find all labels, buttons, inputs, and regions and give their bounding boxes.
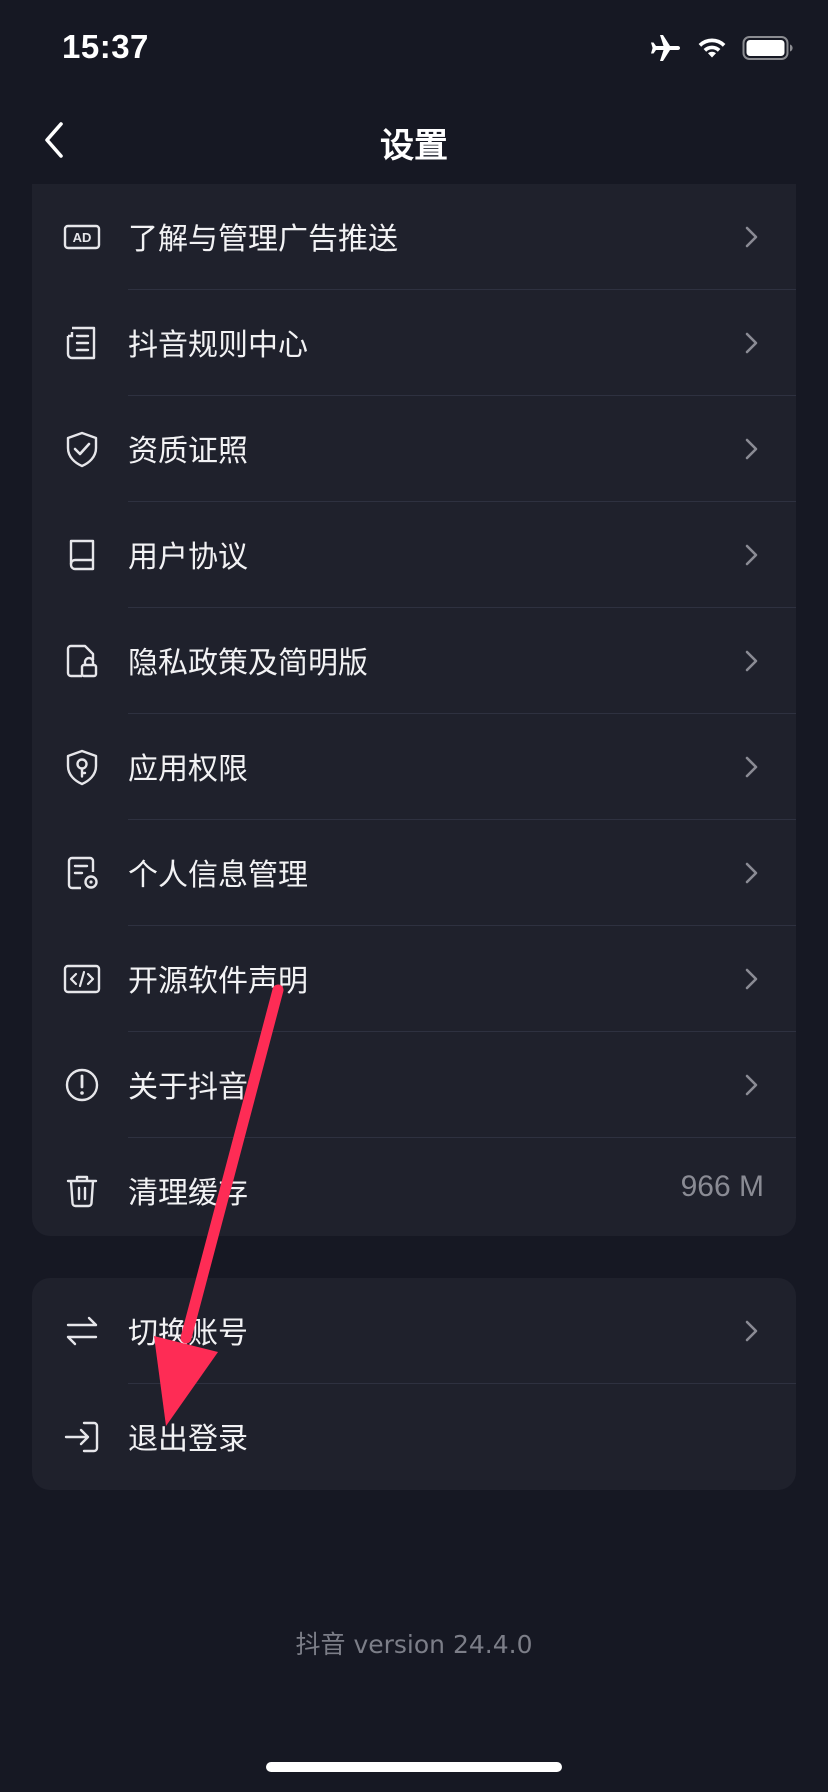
menu-item-about[interactable]: 关于抖音 xyxy=(32,1032,796,1138)
chevron-right-icon xyxy=(745,756,758,778)
status-time: 15:37 xyxy=(62,28,149,65)
version-text: 抖音 version 24.4.0 xyxy=(295,1630,533,1659)
menu-item-clear-cache[interactable]: 清理缓存 966 M xyxy=(32,1138,796,1236)
chevron-right-icon xyxy=(745,650,758,672)
menu-item-label: 切换账号 xyxy=(128,1316,248,1351)
menu-item-ad-management[interactable]: AD 了解与管理广告推送 xyxy=(32,184,796,290)
settings-list: AD 了解与管理广告推送 抖音规则中心 资质证照 用户协议 隐私政策及简明版 应… xyxy=(32,184,796,1236)
code-icon xyxy=(62,959,102,999)
menu-item-open-source[interactable]: 开源软件声明 xyxy=(32,926,796,1032)
svg-text:AD: AD xyxy=(73,230,92,245)
personal-info-icon xyxy=(62,853,102,893)
menu-item-label: 清理缓存 xyxy=(128,1176,248,1211)
menu-item-personal-info[interactable]: 个人信息管理 xyxy=(32,820,796,926)
menu-item-label: 抖音规则中心 xyxy=(128,328,308,363)
menu-item-label: 资质证照 xyxy=(128,434,248,469)
privacy-lock-icon xyxy=(62,641,102,681)
chevron-right-icon xyxy=(745,1074,758,1096)
chevron-right-icon xyxy=(745,1320,758,1342)
menu-item-qualifications[interactable]: 资质证照 xyxy=(32,396,796,502)
airplane-icon xyxy=(650,34,682,66)
menu-item-label: 个人信息管理 xyxy=(128,858,308,893)
shield-key-icon xyxy=(62,747,102,787)
chevron-right-icon xyxy=(745,332,758,354)
home-indicator[interactable] xyxy=(266,1762,562,1772)
switch-arrows-icon xyxy=(62,1311,102,1351)
nav-bar: 设置 xyxy=(0,100,828,184)
menu-item-label: 隐私政策及简明版 xyxy=(128,646,368,681)
menu-item-label: 退出登录 xyxy=(128,1422,248,1457)
settings-screen: 15:37 设置 AD 了解与管理广告推送 抖音规则中心 资质证照 用户协议 隐… xyxy=(0,0,828,1792)
chevron-right-icon xyxy=(745,862,758,884)
status-bar: 15:37 xyxy=(0,0,828,100)
trash-icon xyxy=(62,1171,102,1211)
document-list-icon xyxy=(62,323,102,363)
chevron-right-icon xyxy=(745,968,758,990)
wifi-icon xyxy=(696,36,728,64)
cache-size-value: 966 M xyxy=(680,1170,764,1203)
status-icons xyxy=(650,34,794,66)
info-circle-icon xyxy=(62,1065,102,1105)
menu-item-logout[interactable]: 退出登录 xyxy=(32,1384,796,1490)
menu-item-rules-center[interactable]: 抖音规则中心 xyxy=(32,290,796,396)
menu-item-label: 开源软件声明 xyxy=(128,964,308,999)
menu-item-privacy-policy[interactable]: 隐私政策及简明版 xyxy=(32,608,796,714)
chevron-right-icon xyxy=(745,226,758,248)
menu-item-app-permissions[interactable]: 应用权限 xyxy=(32,714,796,820)
menu-item-switch-account[interactable]: 切换账号 xyxy=(32,1278,796,1384)
menu-item-label: 应用权限 xyxy=(128,752,248,787)
menu-item-label: 用户协议 xyxy=(128,540,248,575)
menu-item-label: 关于抖音 xyxy=(128,1070,248,1105)
page-title: 设置 xyxy=(380,126,448,166)
chevron-right-icon xyxy=(745,438,758,460)
menu-item-user-agreement[interactable]: 用户协议 xyxy=(32,502,796,608)
logout-icon xyxy=(62,1417,102,1457)
battery-icon xyxy=(742,35,794,65)
menu-item-label: 了解与管理广告推送 xyxy=(128,222,398,257)
book-icon xyxy=(62,535,102,575)
account-section: 切换账号 退出登录 xyxy=(32,1278,796,1490)
shield-check-icon xyxy=(62,429,102,469)
chevron-right-icon xyxy=(745,544,758,566)
ad-icon: AD xyxy=(62,217,102,257)
